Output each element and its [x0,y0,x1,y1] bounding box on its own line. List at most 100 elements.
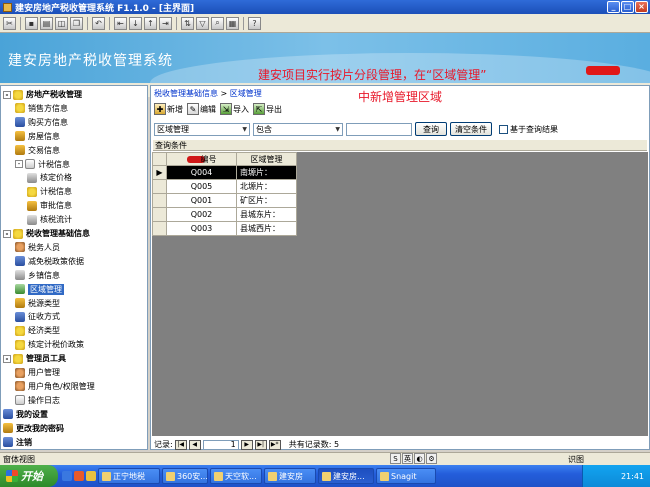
cell-code[interactable]: Q002 [166,207,237,222]
export-button[interactable]: ⇱ 导出 [253,102,282,116]
based-on-results-checkbox[interactable]: 基于查询结果 [499,124,558,135]
cut-icon[interactable]: ✂ [3,16,16,30]
find-icon[interactable]: ⌕ [211,16,224,30]
view-icon[interactable]: ▦ [226,16,239,30]
sidebar-item[interactable]: 操作日志 [15,394,60,407]
row-selector[interactable]: ▶ [152,165,167,180]
table-row[interactable]: Q003 县城西片： [152,221,297,236]
task-button[interactable]: 正宁地税 [98,468,160,484]
collapse-toggle-icon[interactable]: - [3,229,11,238]
column-header-area[interactable]: 区域管理 [236,152,297,166]
ime-icon[interactable]: S [390,453,401,464]
new-button[interactable]: ✚ 新增 [154,102,183,116]
cell-area-name[interactable]: 县城东片： [236,207,297,222]
sidebar-item[interactable]: 更改我的密码 [3,422,64,435]
sidebar-item[interactable]: 购买方信息 [15,116,68,129]
clock[interactable]: 21:41 [621,472,644,481]
record-number-input[interactable]: 1 [202,439,239,450]
table-row[interactable]: ▶ Q004 南塬片： [152,165,297,180]
help-icon[interactable]: ? [248,16,261,30]
sidebar-item[interactable]: 乡镇信息 [15,269,60,282]
first-record-button[interactable]: |◀ [174,439,187,450]
prev-record-button[interactable]: ◀ [188,439,201,450]
task-button[interactable]: 天空软... [210,468,262,484]
field-select[interactable]: 区域管理 ▼ [154,122,250,136]
last-icon[interactable]: ⇥ [159,16,172,30]
filter-value-input[interactable] [346,122,412,136]
maximize-button[interactable]: □ [621,1,634,13]
sidebar-item[interactable]: 房屋信息 [15,130,60,143]
print-icon[interactable]: ▤ [40,16,53,30]
preview-icon[interactable]: ◫ [55,16,68,30]
task-button[interactable]: Snagit [376,468,436,484]
sidebar-item[interactable]: 减免税政策依据 [15,255,84,268]
save-icon[interactable]: ▪ [25,16,38,30]
sidebar-item[interactable]: - 税收管理基础信息 [3,227,90,240]
sidebar-item[interactable]: - 计税信息 [15,158,70,171]
sidebar-item[interactable]: 用户角色/权限管理 [15,380,95,393]
breadcrumb-item[interactable]: 区域管理 [230,89,262,98]
task-button-active[interactable]: 建安房... [318,468,374,484]
undo-icon[interactable]: ↶ [92,16,105,30]
edit-button[interactable]: ✎ 编辑 [187,102,216,116]
next-icon[interactable]: ↑ [144,16,157,30]
task-button[interactable]: 360安... [162,468,208,484]
prev-icon[interactable]: ↓ [129,16,142,30]
import-button[interactable]: ⇲ 导入 [220,102,249,116]
new-record-button[interactable]: ▶* [268,439,281,450]
last-record-button[interactable]: ▶| [254,439,267,450]
cell-area-name[interactable]: 北塬片： [236,179,297,194]
ime-punct-icon[interactable]: ◐ [414,453,425,464]
table-row[interactable]: Q005 北塬片： [152,179,297,194]
sidebar-item[interactable]: 核税流计 [27,213,72,226]
next-record-button[interactable]: ▶ [240,439,253,450]
cell-code[interactable]: Q004 [166,165,237,180]
copy-icon[interactable]: ❐ [70,16,83,30]
sidebar-item[interactable]: 销售方信息 [15,102,68,115]
sidebar-item[interactable]: 计税信息 [27,185,72,198]
media-icon[interactable] [74,471,84,481]
sidebar-item[interactable]: - 房地产税收管理 [3,88,82,101]
ime-mode-icon[interactable]: 英 [402,453,413,464]
table-row[interactable]: Q001 矿区片： [152,193,297,208]
sidebar-item[interactable]: 征收方式 [15,310,60,323]
sidebar-item[interactable]: 税务人员 [15,241,60,254]
collapse-toggle-icon[interactable]: - [3,354,11,363]
row-selector-header[interactable] [152,152,167,166]
cell-area-name[interactable]: 矿区片： [236,193,297,208]
collapse-toggle-icon[interactable]: - [15,160,23,168]
cell-area-name[interactable]: 南塬片： [236,165,297,180]
row-selector[interactable] [152,193,167,208]
folder-icon[interactable] [86,471,96,481]
task-button[interactable]: 建安房 [264,468,316,484]
sidebar-item[interactable]: - 管理员工具 [3,352,66,365]
sidebar-item[interactable]: 用户管理 [15,366,60,379]
sidebar-item[interactable]: 注销 [3,436,32,449]
sidebar-item[interactable]: 核定计税价政策 [15,338,84,351]
ie-icon[interactable] [62,471,72,481]
minimize-button[interactable]: _ [607,1,620,13]
sidebar-item[interactable]: 区域管理 [15,283,64,296]
close-button[interactable]: × [635,1,648,13]
row-selector[interactable] [152,179,167,194]
sidebar-item[interactable]: 交易信息 [15,144,60,157]
filter-icon[interactable]: ▽ [196,16,209,30]
cell-area-name[interactable]: 县城西片： [236,221,297,236]
column-header-code[interactable]: 编号 [166,152,237,166]
first-icon[interactable]: ⇤ [114,16,127,30]
collapse-toggle-icon[interactable]: - [3,90,11,99]
breadcrumb-item[interactable]: 税收管理基础信息 [154,89,218,98]
sidebar-item[interactable]: 审批信息 [27,199,72,212]
cell-code[interactable]: Q003 [166,221,237,236]
table-row[interactable]: Q002 县城东片： [152,207,297,222]
sidebar-item[interactable]: 我的设置 [3,408,48,421]
query-button[interactable]: 查询 [415,122,447,136]
cell-code[interactable]: Q005 [166,179,237,194]
sort-icon[interactable]: ⇅ [181,16,194,30]
start-button[interactable]: 开始 [0,465,58,487]
row-selector[interactable] [152,207,167,222]
ime-settings-icon[interactable]: ⚙ [426,453,437,464]
sidebar-item[interactable]: 核定价格 [27,171,72,184]
row-selector[interactable] [152,221,167,236]
cell-code[interactable]: Q001 [166,193,237,208]
